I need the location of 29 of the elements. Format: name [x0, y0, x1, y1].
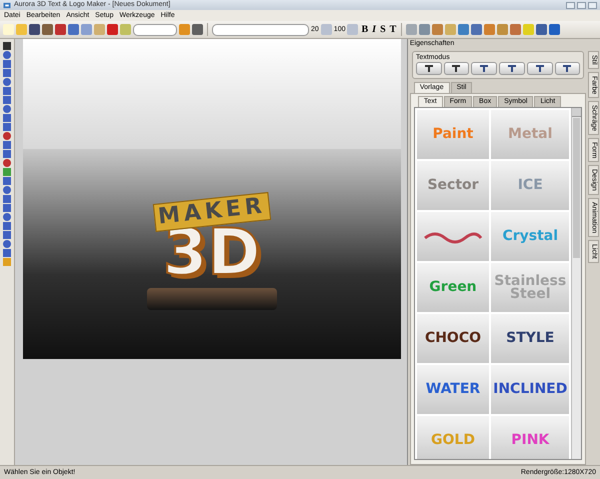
preset-tile[interactable]: INCLINED	[491, 365, 570, 414]
app-logo-icon	[3, 2, 11, 8]
maximize-button[interactable]	[577, 2, 586, 8]
text-shape-icon	[562, 64, 572, 73]
format-button[interactable]: I	[371, 24, 378, 35]
squiggle-icon	[422, 230, 483, 244]
text-shape-icon	[479, 64, 490, 73]
text-mode-button[interactable]	[444, 62, 470, 75]
text-mode-button[interactable]	[526, 62, 553, 75]
format-button[interactable]: B	[360, 24, 370, 35]
text-mode-button[interactable]	[471, 62, 498, 75]
preset-tile[interactable]: CHOCO	[416, 314, 490, 363]
minimize-button[interactable]	[566, 2, 575, 8]
text-shape-icon	[506, 64, 517, 73]
format-button[interactable]: S	[379, 24, 387, 35]
dropdown-field[interactable]	[133, 24, 177, 36]
preset-tile[interactable]: STYLE	[491, 314, 570, 363]
text-mode-button[interactable]	[554, 62, 580, 75]
text-mode-button[interactable]	[499, 62, 525, 75]
text-shape-icon	[534, 64, 545, 73]
preset-tile[interactable]: WATER	[416, 365, 490, 414]
format-button[interactable]: T	[388, 24, 398, 35]
preset-tile[interactable]	[416, 212, 490, 261]
close-button[interactable]	[588, 2, 597, 8]
text-shape-icon	[451, 64, 462, 73]
dropdown-field[interactable]	[212, 24, 309, 36]
scrollbar[interactable]	[571, 108, 582, 459]
text-mode-button[interactable]	[416, 62, 442, 75]
text-shape-icon	[424, 64, 434, 73]
